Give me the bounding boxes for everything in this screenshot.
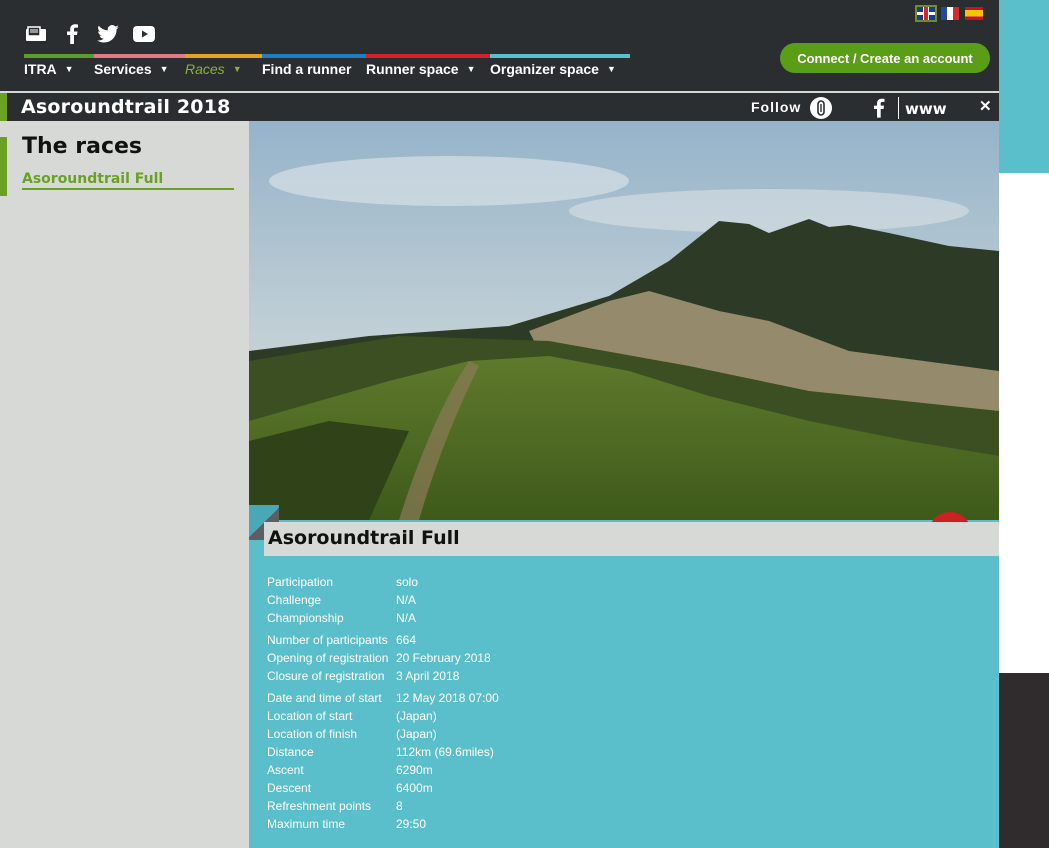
- nav-services[interactable]: Services ▼: [94, 54, 185, 83]
- backdrop-dark: [999, 673, 1049, 848]
- detail-label: Ascent: [267, 763, 304, 777]
- nav-label: Races: [185, 61, 225, 77]
- detail-label: Closure of registration: [267, 669, 385, 683]
- detail-value: 20 February 2018: [396, 651, 491, 665]
- detail-row: Descent 6400m: [267, 779, 499, 797]
- facebook-icon[interactable]: [60, 22, 84, 46]
- detail-value: 29:50: [396, 817, 427, 831]
- nav-label: ITRA: [24, 61, 57, 77]
- social-links: [24, 22, 156, 46]
- detail-label: Location of finish: [267, 727, 358, 741]
- detail-row: Ascent 6290m: [267, 761, 499, 779]
- detail-label: Location of start: [267, 709, 353, 723]
- detail-row: Participation solo: [267, 573, 499, 591]
- chevron-down-icon: ▼: [606, 64, 616, 74]
- detail-label: Descent: [267, 781, 312, 795]
- detail-value: 8: [396, 799, 403, 813]
- event-title: Asoroundtrail 2018: [21, 96, 231, 118]
- race-details: Participation solo Challenge N/A Champions…: [267, 573, 499, 833]
- flag-english-icon[interactable]: [915, 5, 937, 22]
- facebook-share-icon[interactable]: [870, 96, 888, 120]
- event-bar: Asoroundtrail 2018 Follow: [0, 93, 999, 121]
- nav-find-a-runner[interactable]: Find a runner: [262, 54, 366, 83]
- nav-label: Services: [94, 61, 152, 77]
- flag-french-icon[interactable]: [941, 7, 959, 20]
- detail-row: Distance 112km (69.6miles): [267, 743, 499, 761]
- detail-label: Challenge: [267, 593, 322, 607]
- divider: [898, 97, 899, 119]
- close-icon[interactable]: ✕: [979, 97, 992, 115]
- detail-label: Date and time of start: [267, 691, 382, 705]
- follow-toggle-icon[interactable]: [810, 97, 832, 119]
- detail-row: Refreshment points 8: [267, 797, 499, 815]
- detail-value: N/A: [396, 611, 417, 625]
- nav-label: Runner space: [366, 61, 459, 77]
- backdrop-teal: [999, 0, 1049, 173]
- nav-label: Organizer space: [490, 61, 599, 77]
- detail-row: Opening of registration 20 February 2018: [267, 649, 499, 667]
- site-header: ITRA ▼ Services ▼ Races ▼ Find a runner Run…: [0, 0, 999, 91]
- nav-color-bar: [24, 54, 94, 58]
- language-switcher: [915, 5, 983, 22]
- chevron-down-icon: ▼: [159, 64, 169, 74]
- nav-runner-space[interactable]: Runner space ▼: [366, 54, 490, 83]
- detail-row: Date and time of start 12 May 2018 07:00: [267, 689, 499, 707]
- chevron-down-icon: ▼: [466, 64, 476, 74]
- detail-value: N/A: [396, 593, 417, 607]
- chevron-down-icon: ▼: [64, 64, 74, 74]
- detail-row: Location of start (Japan): [267, 707, 499, 725]
- detail-label: Participation: [267, 575, 334, 589]
- detail-label: Number of participants: [267, 633, 388, 647]
- nav-races[interactable]: Races ▼: [185, 54, 262, 83]
- main-nav: ITRA ▼ Services ▼ Races ▼ Find a runner Run…: [24, 54, 630, 83]
- race-page: ITRA ▼ Services ▼ Races ▼ Find a runner Run…: [0, 0, 999, 848]
- newsletter-icon[interactable]: [24, 22, 48, 46]
- detail-row: Closure of registration 3 April 2018: [267, 667, 499, 685]
- race-name: Asoroundtrail Full: [268, 527, 460, 549]
- nav-organizer-space[interactable]: Organizer space ▼: [490, 54, 630, 83]
- detail-value: 3 April 2018: [396, 669, 460, 683]
- detail-row: Maximum time 29:50: [267, 815, 499, 833]
- races-heading: The races: [22, 134, 143, 159]
- follow-label: Follow: [751, 99, 802, 115]
- race-link-asoroundtrail-full[interactable]: Asoroundtrail Full: [22, 171, 234, 190]
- nav-itra[interactable]: ITRA ▼: [24, 54, 94, 83]
- detail-value: solo: [396, 575, 419, 589]
- flag-spanish-icon[interactable]: [965, 7, 983, 20]
- detail-value: 12 May 2018 07:00: [396, 691, 499, 705]
- detail-label: Distance: [267, 745, 314, 759]
- detail-row: Location of finish (Japan): [267, 725, 499, 743]
- twitter-icon[interactable]: [96, 22, 120, 46]
- detail-label: Opening of registration: [267, 651, 389, 665]
- race-photo: [249, 121, 999, 520]
- detail-row: Championship N/A: [267, 609, 499, 627]
- detail-value: 6400m: [396, 781, 433, 795]
- nav-color-bar: [185, 54, 262, 58]
- nav-color-bar: [366, 54, 490, 58]
- detail-value: 112km (69.6miles): [396, 745, 494, 759]
- nav-color-bar: [262, 54, 366, 58]
- detail-row: Number of participants 664: [267, 631, 499, 649]
- nav-color-bar: [94, 54, 185, 58]
- detail-value: 6290m: [396, 763, 433, 777]
- detail-value: (Japan): [396, 727, 437, 741]
- detail-row: Challenge N/A: [267, 591, 499, 609]
- chevron-down-icon: ▼: [232, 64, 242, 74]
- nav-label: Find a runner: [262, 61, 352, 77]
- detail-label: Championship: [267, 611, 344, 625]
- detail-value: (Japan): [396, 709, 437, 723]
- nav-color-bar: [490, 54, 630, 58]
- sidebar-accent: [0, 137, 7, 196]
- detail-label: Maximum time: [267, 817, 346, 831]
- connect-button[interactable]: Connect / Create an account: [780, 43, 990, 73]
- website-link[interactable]: www: [905, 100, 947, 118]
- event-bar-accent: [0, 93, 7, 121]
- detail-value: 664: [396, 633, 417, 647]
- youtube-icon[interactable]: [132, 22, 156, 46]
- backdrop-white: [999, 173, 1049, 673]
- detail-label: Refreshment points: [267, 799, 372, 813]
